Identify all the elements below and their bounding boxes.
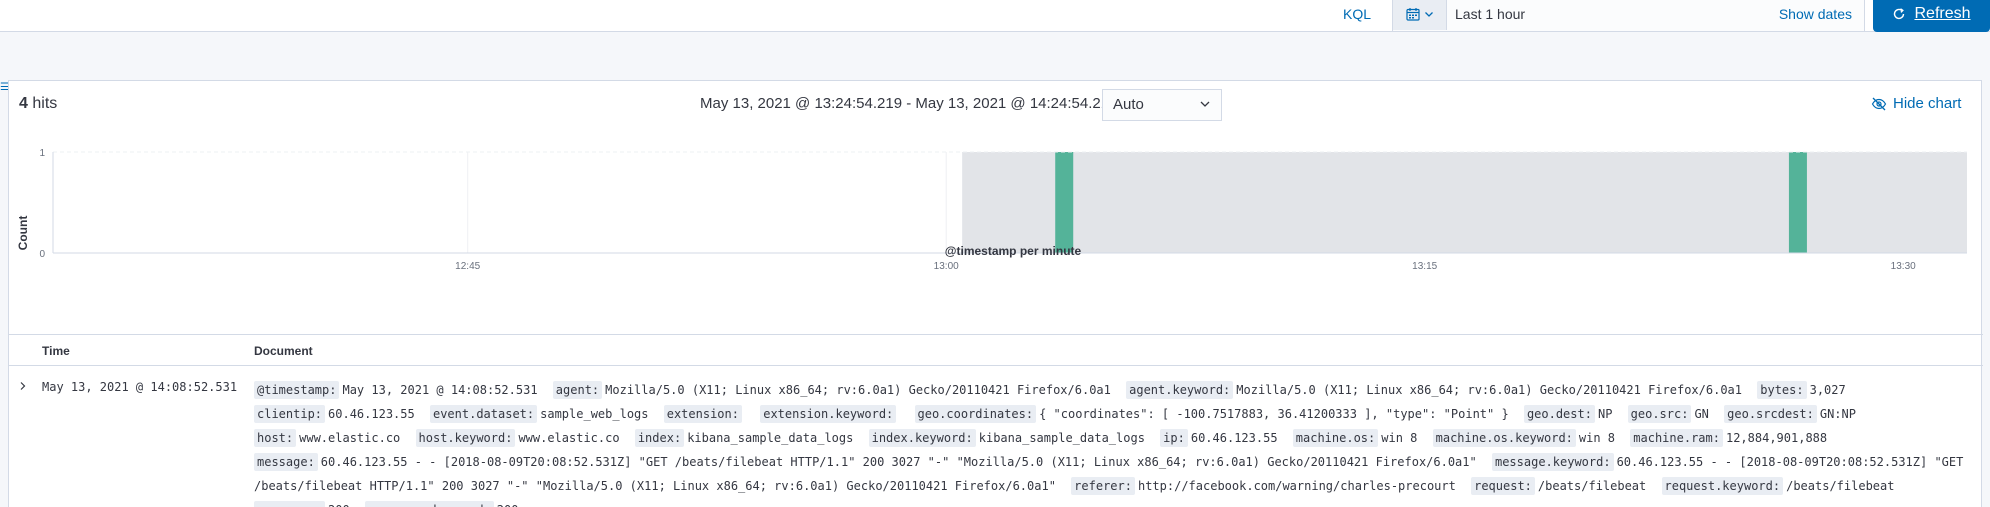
field-name: @timestamp: <box>254 381 340 399</box>
table-row: May 13, 2021 @ 14:08:52.531 @timestamp: M… <box>9 366 1983 507</box>
top-query-bar: KQL Last 1 hour Show dates Refresh <box>0 0 1990 32</box>
hits-label: hits <box>32 95 58 112</box>
field-value: 60.46.123.55 <box>328 407 415 421</box>
field-value: kibana_sample_data_logs <box>978 431 1145 445</box>
field-name: agent: <box>552 381 603 399</box>
field-name: machine.ram: <box>1630 429 1723 447</box>
field-value: http://facebook.com/warning/charles-prec… <box>1137 479 1456 493</box>
field-name: message: <box>254 453 318 471</box>
chevron-down-icon <box>1424 12 1433 17</box>
y-tick-label: 0 <box>39 249 45 260</box>
x-tick-label: 12:45 <box>455 261 480 272</box>
histogram-bar[interactable] <box>1788 152 1807 253</box>
time-range-display: May 13, 2021 @ 13:24:54.219 - May 13, 20… <box>700 95 1118 112</box>
field-name: extension: <box>663 405 742 423</box>
column-header-time[interactable]: Time <box>42 344 70 358</box>
hide-chart-button[interactable]: Hide chart <box>1871 95 1961 112</box>
field-value: 12,884,901,888 <box>1725 431 1828 445</box>
field-name: machine.os.keyword: <box>1432 429 1576 447</box>
field-value: May 13, 2021 @ 14:08:52.531 <box>342 383 538 397</box>
field-value: 3,027 <box>1809 383 1846 397</box>
field-name: geo.dest: <box>1523 405 1595 423</box>
hits-count: 4 hits <box>19 95 57 113</box>
field-name: extension.keyword: <box>760 405 897 423</box>
field-name: clientip: <box>254 405 326 423</box>
calendar-icon <box>1405 8 1420 21</box>
table-header: Time Document <box>9 334 1983 366</box>
x-tick-label: 13:00 <box>934 261 959 272</box>
field-value: Mozilla/5.0 (X11; Linux x86_64; rv:6.0a1… <box>605 383 1111 397</box>
field-value: GN <box>1694 407 1709 421</box>
field-value: kibana_sample_data_logs <box>687 431 854 445</box>
field-name: index.keyword: <box>868 429 976 447</box>
histogram-chart: 0114:0013:4513:3013:1513:0012:45 Count @… <box>16 148 1967 272</box>
field-name: request: <box>1471 477 1535 495</box>
quick-select-button[interactable] <box>1393 0 1447 30</box>
histogram-bar[interactable] <box>1055 152 1074 253</box>
y-axis-label: Count <box>16 216 30 251</box>
row-timestamp: May 13, 2021 @ 14:08:52.531 <box>42 380 238 394</box>
hide-chart-label: Hide chart <box>1893 95 1962 112</box>
field-name: response.keyword: <box>364 501 494 507</box>
discover-results-panel: 4 hits May 13, 2021 @ 13:24:54.219 - May… <box>8 80 1983 507</box>
refresh-label: Refresh <box>1914 5 1971 22</box>
field-value: GN:NP <box>1819 407 1856 421</box>
field-name: response: <box>254 501 326 507</box>
field-name: geo.src: <box>1627 405 1692 423</box>
field-name: ip: <box>1160 429 1188 447</box>
field-name: event.dataset: <box>429 405 538 423</box>
field-name: referer: <box>1071 477 1135 495</box>
x-tick-label: 13:15 <box>1412 261 1437 272</box>
document-fields: @timestamp: May 13, 2021 @ 14:08:52.531 a… <box>254 378 1974 507</box>
show-dates-link[interactable]: Show dates <box>1779 4 1852 24</box>
field-value: www.elastic.co <box>518 431 620 445</box>
field-value: /beats/filebeat <box>1786 479 1895 493</box>
field-name: machine.os: <box>1292 429 1379 447</box>
sidebar-toggle-handle[interactable]: ☰ <box>0 82 9 94</box>
field-name: message.keyword: <box>1491 453 1614 471</box>
field-value: sample_web_logs <box>540 407 649 421</box>
query-language-toggle[interactable]: KQL <box>1343 4 1371 24</box>
field-name: bytes: <box>1757 381 1807 399</box>
field-name: agent.keyword: <box>1126 381 1234 399</box>
date-picker: Last 1 hour Show dates <box>1392 0 1865 32</box>
field-value: 60.46.123.55 <box>1190 431 1278 445</box>
selected-range-shade <box>962 152 1967 253</box>
field-value: /beats/filebeat <box>1537 479 1647 493</box>
field-value: www.elastic.co <box>299 431 401 445</box>
field-name: host.keyword: <box>415 429 516 447</box>
time-range-label[interactable]: Last 1 hour <box>1455 4 1525 24</box>
y-tick-label: 1 <box>39 148 45 159</box>
interval-value: Auto <box>1113 96 1144 113</box>
field-name: request.keyword: <box>1661 477 1784 495</box>
field-name: geo.srcdest: <box>1724 405 1817 423</box>
x-axis-label: @timestamp per minute <box>945 244 1082 258</box>
field-value: NP <box>1597 407 1613 421</box>
field-value: 200 <box>497 503 519 507</box>
field-value: win 8 <box>1578 431 1616 445</box>
x-tick-label: 13:30 <box>1891 261 1916 272</box>
field-value: 60.46.123.55 - - [2018-08-09T20:08:52.53… <box>320 455 1477 469</box>
field-name: index: <box>634 429 685 447</box>
field-value: 200 <box>328 503 350 507</box>
refresh-button[interactable]: Refresh <box>1873 0 1990 32</box>
column-header-document[interactable]: Document <box>254 344 313 358</box>
field-name: host: <box>254 429 297 447</box>
field-value: Mozilla/5.0 (X11; Linux x86_64; rv:6.0a1… <box>1236 383 1743 397</box>
interval-select[interactable]: Auto <box>1102 89 1222 121</box>
eye-closed-icon <box>1871 97 1887 110</box>
chevron-down-icon <box>1200 101 1210 107</box>
hits-number: 4 <box>19 95 28 112</box>
field-name: geo.coordinates: <box>914 405 1037 423</box>
field-value: { "coordinates": [ -100.7517883, 36.4120… <box>1039 407 1509 421</box>
expand-row-icon[interactable] <box>18 380 28 394</box>
refresh-icon <box>1894 8 1905 20</box>
field-value: win 8 <box>1381 431 1418 445</box>
